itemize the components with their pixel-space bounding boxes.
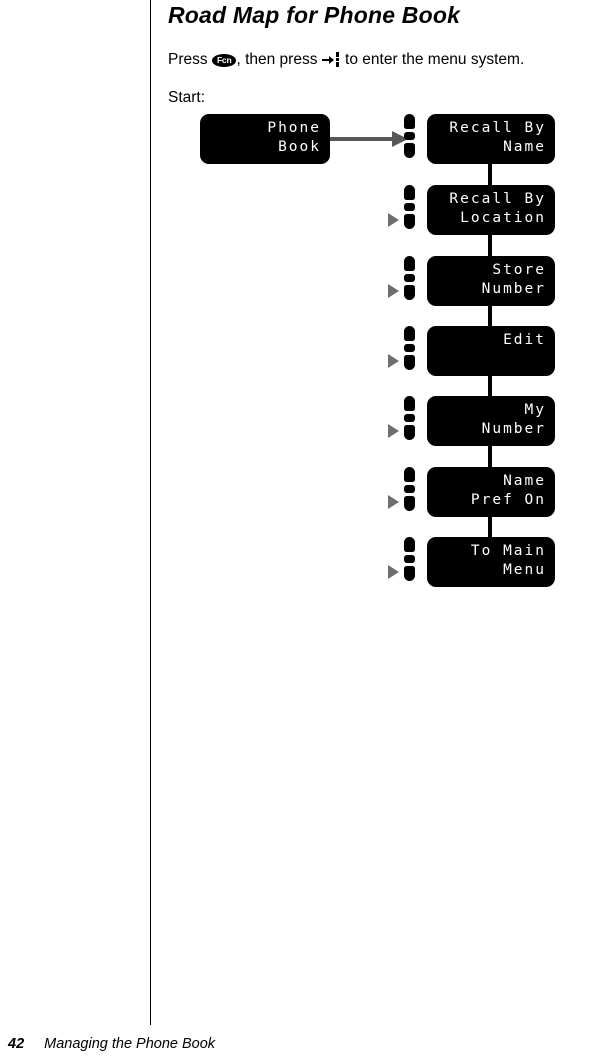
selection-marker	[404, 185, 415, 229]
lcd-menu-item[interactable]: My Number	[427, 396, 555, 446]
scroll-down-triangle-icon	[388, 424, 399, 438]
selection-marker	[404, 537, 415, 581]
lcd-line-2: Book	[278, 139, 321, 155]
lcd-line-2: Number	[481, 281, 546, 297]
lcd-line-1: Phone	[267, 120, 321, 136]
footer-section-title: Managing the Phone Book	[44, 1036, 216, 1052]
menu-connector	[488, 231, 492, 259]
start-label: Start:	[168, 89, 206, 106]
menu-connector	[488, 160, 492, 188]
selection-marker	[404, 326, 415, 370]
scroll-down-triangle-icon	[388, 565, 399, 579]
intro-middle-text: , then press	[236, 51, 322, 68]
flow-arrow	[330, 131, 410, 147]
lcd-line-2: Menu	[503, 562, 546, 578]
scroll-down-triangle-icon	[388, 284, 399, 298]
nav-key-icon	[321, 52, 341, 67]
page-title: Road Map for Phone Book	[168, 2, 461, 28]
lcd-menu-item[interactable]: Edit	[427, 326, 555, 376]
lcd-line-1: To Main	[470, 543, 546, 559]
selection-marker	[404, 256, 415, 300]
lcd-line-1: Store	[492, 262, 546, 278]
lcd-line-1: Edit	[503, 332, 546, 348]
lcd-menu-item[interactable]: Name Pref On	[427, 467, 555, 517]
lcd-line-1: Recall By	[449, 120, 546, 136]
scroll-down-triangle-icon	[388, 354, 399, 368]
intro-prefix-text: Press	[168, 51, 212, 68]
menu-connector	[488, 442, 492, 470]
intro-instruction: Press Fcn, then press to enter the menu …	[168, 50, 597, 69]
page-footer: 42 Managing the Phone Book	[8, 1036, 568, 1053]
lcd-menu-item[interactable]: Store Number	[427, 256, 555, 306]
page-number: 42	[8, 1036, 25, 1052]
lcd-line-1: Recall By	[449, 191, 546, 207]
page-margin-rule	[150, 0, 151, 1025]
lcd-line-2: Name	[503, 139, 546, 155]
lcd-line-1: My	[524, 402, 546, 418]
road-map-diagram: Phone Book Recall By Name Recall By Loca…	[0, 0, 597, 1058]
lcd-start-node: Phone Book	[200, 114, 330, 164]
intro-suffix-text: to enter the menu system.	[340, 51, 525, 68]
lcd-line-2: Location	[460, 210, 546, 226]
lcd-menu-item[interactable]: To Main Menu	[427, 537, 555, 587]
lcd-menu-item[interactable]: Recall By Name	[427, 114, 555, 164]
lcd-menu-item[interactable]: Recall By Location	[427, 185, 555, 235]
fcn-key-icon: Fcn	[211, 54, 237, 67]
lcd-line-2: Pref On	[470, 492, 546, 508]
scroll-down-triangle-icon	[388, 495, 399, 509]
lcd-line-2: Number	[481, 421, 546, 437]
content-column: Road Map for Phone Book Press Fcn, then …	[168, 0, 597, 107]
selection-marker	[404, 114, 415, 158]
scroll-down-triangle-icon	[388, 213, 399, 227]
selection-marker	[404, 396, 415, 440]
lcd-line-1: Name	[503, 473, 546, 489]
selection-marker	[404, 467, 415, 511]
